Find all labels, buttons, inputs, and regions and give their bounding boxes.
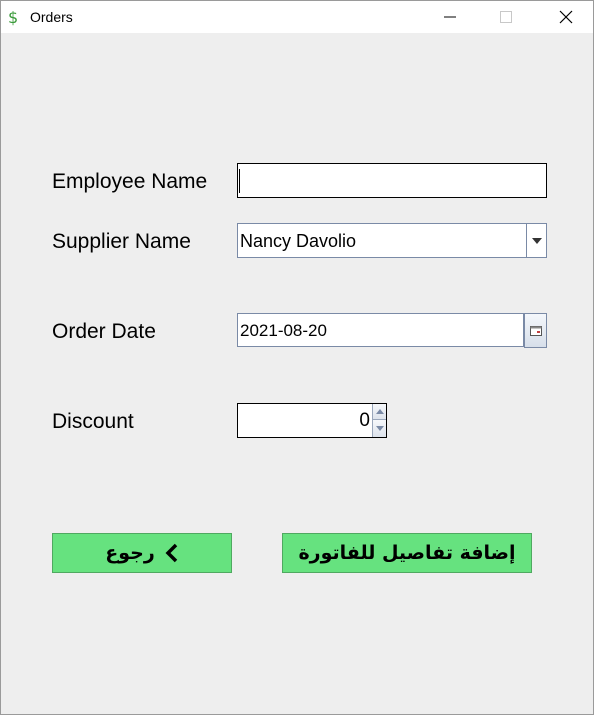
dropdown-arrow-button[interactable] [526,224,546,257]
discount-label: Discount [52,410,134,433]
discount-spinner[interactable]: 0 [237,403,387,438]
spinner-increment-button[interactable] [372,404,386,420]
spinner-decrement-button[interactable] [372,420,386,437]
back-button-label: رجوع [105,542,155,564]
supplier-name-dropdown[interactable]: Nancy Davolio [237,223,547,258]
employee-name-label: Employee Name [52,170,208,193]
text-caret [239,169,240,193]
form-panel: Employee Name Supplier Name Nancy Davoli… [1,33,593,714]
svg-text:$: $ [8,8,18,26]
back-button[interactable]: رجوع [52,533,232,573]
maximize-icon [500,11,512,23]
title-bar[interactable]: $ Orders [1,1,593,33]
order-date-label: Order Date [52,320,156,343]
add-invoice-details-label: إضافة تفاصيل للفاتورة [298,542,516,564]
close-icon [559,10,573,24]
chevron-up-icon [375,409,384,414]
chevron-down-icon [375,426,384,431]
discount-value: 0 [359,410,370,431]
minimize-button[interactable] [427,1,473,33]
employee-name-input[interactable] [237,163,547,198]
order-date-field[interactable]: 2021-08-20 [237,313,524,347]
window-title: Orders [30,9,73,25]
supplier-name-label: Supplier Name [52,230,191,253]
add-invoice-details-button[interactable]: إضافة تفاصيل للفاتورة [282,533,532,573]
calendar-button[interactable] [524,313,547,348]
dollar-sign-icon: $ [7,8,21,27]
calendar-icon [529,325,542,336]
orders-window: $ Orders Employee Name Supplier Name Nan… [0,0,594,715]
maximize-button[interactable] [483,1,529,33]
supplier-selected-value: Nancy Davolio [240,231,357,251]
chevron-down-icon [531,237,542,244]
close-button[interactable] [543,1,589,33]
order-date-value: 2021-08-20 [240,321,327,340]
chevron-left-icon [165,543,179,563]
minimize-icon [444,16,456,18]
